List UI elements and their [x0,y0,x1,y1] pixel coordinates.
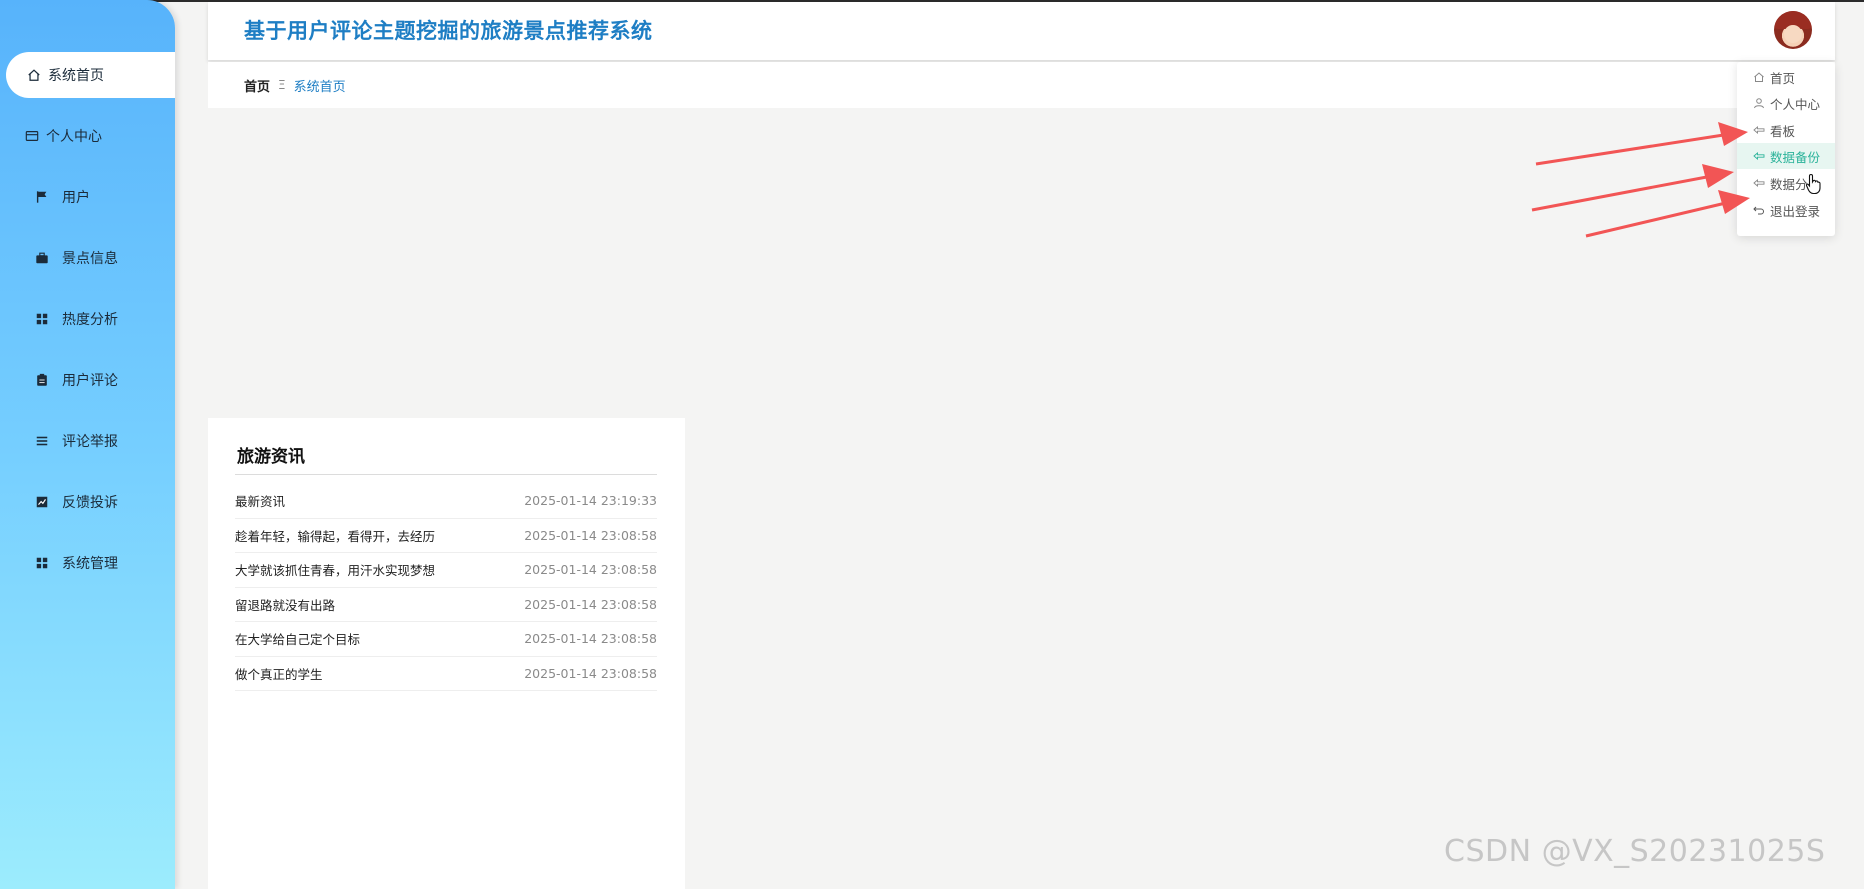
top-header: 基于用户评论主题挖掘的旅游景点推荐系统 [208,2,1835,60]
sidebar-item-scenic[interactable]: 景点信息 [0,236,175,280]
menu-item-home[interactable]: 首页 [1737,64,1835,90]
news-item-title: 大学就该抓住青春，用汗水实现梦想 [235,563,436,579]
hand-cursor-icon [1805,173,1821,195]
app-title: 基于用户评论主题挖掘的旅游景点推荐系统 [244,19,653,43]
chart-icon [34,494,50,510]
grid-icon [34,555,50,571]
sidebar: 系统首页 个人中心 用户 景点信息 热度分析 用户评论 评论举报 反馈投诉 系统… [0,0,175,889]
sidebar-item-label: 热度分析 [62,312,118,328]
sidebar-item-feedback[interactable]: 反馈投诉 [0,480,175,524]
breadcrumb-separator: Ξ [278,78,286,92]
breadcrumb-home[interactable]: 首页 [244,76,270,95]
menu-item-label: 数据备份 [1770,149,1821,165]
news-item-date: 2025-01-14 23:08:58 [524,631,657,647]
grid-icon [34,311,50,327]
menu-item-label: 首页 [1770,70,1796,86]
menu-item-data-backup[interactable]: 数据备份 [1737,143,1835,169]
news-card: 旅游资讯 最新资讯 2025-01-14 23:19:33 趁着年轻，输得起，看… [208,418,685,889]
news-item[interactable]: 在大学给自己定个目标 2025-01-14 23:08:58 [235,622,657,657]
news-item-date: 2025-01-14 23:08:58 [524,596,657,612]
news-title: 旅游资讯 [237,447,305,467]
briefcase-icon [34,250,50,266]
news-list: 最新资讯 2025-01-14 23:19:33 趁着年轻，输得起，看得开，去经… [235,484,657,691]
sidebar-item-label: 景点信息 [62,251,118,267]
sidebar-item-users[interactable]: 用户 [0,175,175,219]
avatar[interactable] [1774,11,1812,49]
arrow-left-icon [1753,124,1766,137]
menu-item-board[interactable]: 看板 [1737,117,1835,143]
breadcrumb-current: 系统首页 [293,79,346,95]
home-icon [1753,71,1766,84]
news-item-title: 趁着年轻，输得起，看得开，去经历 [235,528,436,544]
news-item-date: 2025-01-14 23:08:58 [524,562,657,578]
menu-item-label: 看板 [1770,123,1796,139]
news-item[interactable]: 留退路就没有出路 2025-01-14 23:08:58 [235,588,657,622]
news-item-title: 在大学给自己定个目标 [235,632,361,648]
sidebar-item-profile[interactable]: 个人中心 [0,114,175,158]
sidebar-item-comments[interactable]: 用户评论 [0,358,175,402]
news-item[interactable]: 趁着年轻，输得起，看得开，去经历 2025-01-14 23:08:58 [235,519,657,553]
news-item-date: 2025-01-14 23:08:58 [524,527,657,543]
sidebar-item-label: 个人中心 [46,129,102,145]
menu-item-label: 数据分 [1770,176,1808,192]
news-item-title: 留退路就没有出路 [235,597,336,613]
list-icon [34,433,50,449]
sidebar-item-label: 用户 [62,190,90,206]
flag-icon [34,189,50,205]
menu-item-logout[interactable]: 退出登录 [1737,197,1835,223]
user-dropdown-menu: 首页 个人中心 看板 数据备份 数据分 退出登录 [1737,62,1835,236]
news-item-title: 做个真正的学生 [235,666,323,682]
menu-item-label: 退出登录 [1770,203,1821,219]
logout-icon [1753,204,1766,217]
arrow-left-icon [1753,150,1766,163]
news-item-date: 2025-01-14 23:19:33 [524,493,657,509]
annotation-arrows [1531,122,1750,238]
sidebar-item-label: 反馈投诉 [62,495,118,511]
menu-item-label: 个人中心 [1770,96,1821,112]
sidebar-item-label: 评论举报 [62,434,118,450]
watermark: CSDN @VX_S20231025S [1444,834,1826,869]
sidebar-item-label: 用户评论 [62,373,118,389]
avatar-face [1784,25,1802,43]
arrow-left-icon [1753,177,1766,190]
news-item-date: 2025-01-14 23:08:58 [524,665,657,681]
news-item[interactable]: 大学就该抓住青春，用汗水实现梦想 2025-01-14 23:08:58 [235,553,657,588]
sidebar-item-system[interactable]: 系统管理 [0,541,175,585]
menu-item-profile[interactable]: 个人中心 [1737,90,1835,116]
news-item[interactable]: 做个真正的学生 2025-01-14 23:08:58 [235,657,657,691]
clipboard-icon [34,372,50,388]
card-icon [24,128,40,144]
sidebar-item-home[interactable]: 系统首页 [6,52,175,98]
sidebar-item-heat[interactable]: 热度分析 [0,297,175,341]
user-icon [1753,97,1766,110]
news-divider [235,474,657,475]
news-item[interactable]: 最新资讯 2025-01-14 23:19:33 [235,484,657,519]
sidebar-item-label: 系统首页 [48,68,104,84]
news-item-title: 最新资讯 [235,494,286,510]
breadcrumb: 首页 Ξ 系统首页 [208,62,1835,108]
sidebar-item-reports[interactable]: 评论举报 [0,419,175,463]
sidebar-item-label: 系统管理 [62,556,118,572]
home-icon [26,67,42,83]
